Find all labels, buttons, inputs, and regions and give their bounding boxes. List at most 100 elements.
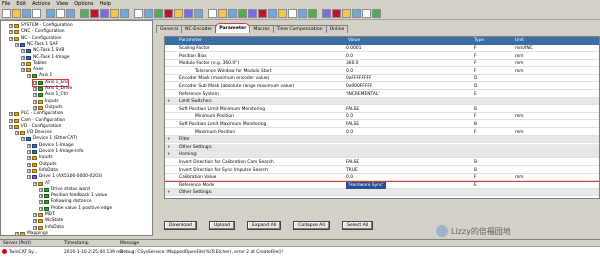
- tree-item[interactable]: + Device 1-Image-Info: [27, 149, 83, 155]
- tree-item[interactable]: + Mappings: [15, 231, 48, 235]
- toolbar-button-icon[interactable]: [56, 9, 65, 18]
- section-toggle-icon[interactable]: +: [167, 189, 171, 196]
- parameter-row[interactable]: + Other Settings:: [165, 143, 599, 151]
- parameter-row[interactable]: + Homing:: [165, 151, 599, 159]
- expand-toggle-icon[interactable]: +: [9, 118, 13, 123]
- tree-item[interactable]: + InfoData: [27, 168, 58, 174]
- toolbar-button-icon[interactable]: [298, 9, 307, 18]
- toolbar-button-icon[interactable]: [194, 9, 203, 18]
- expand-toggle-icon[interactable]: +: [15, 131, 19, 136]
- toolbar-button-icon[interactable]: [288, 9, 297, 18]
- menu-item-help[interactable]: Help: [100, 0, 111, 8]
- parameter-row[interactable]: Calibration Value 0.0 Fmm: [165, 174, 599, 182]
- toolbar-button-icon[interactable]: [100, 9, 109, 18]
- expand-toggle-icon[interactable]: +: [27, 156, 31, 161]
- tree-item[interactable]: + Device 1-Image: [27, 143, 74, 149]
- parameter-row[interactable]: Invert Direction for Sync Impulse Search…: [165, 167, 599, 174]
- parameter-value[interactable]: 'INCREMENTAL': [346, 91, 380, 98]
- tab-macros[interactable]: Macros: [249, 25, 274, 33]
- toolbar-button-icon[interactable]: [218, 9, 227, 18]
- parameter-value[interactable]: 0.0: [346, 113, 353, 120]
- menu-item-options[interactable]: Options: [74, 0, 93, 8]
- parameter-row[interactable]: Position Bias 0.0 Fmm: [165, 53, 599, 60]
- expand-toggle-icon[interactable]: +: [39, 187, 43, 192]
- toolbar-button-icon[interactable]: [154, 9, 163, 18]
- parameter-row[interactable]: Scaling Factor 0.0001 Fmm/INC: [165, 45, 599, 52]
- tree-item[interactable]: + Probe value 1 positive edge: [39, 206, 112, 212]
- tree-item[interactable]: + WcState: [33, 218, 63, 224]
- parameter-row[interactable]: + Filter: [165, 136, 599, 144]
- toolbar-button-icon[interactable]: [308, 9, 317, 18]
- toolbar-button-icon[interactable]: [90, 9, 99, 18]
- tree-item[interactable]: + Drive status word: [39, 187, 90, 193]
- expand-toggle-icon[interactable]: +: [33, 105, 37, 110]
- parameter-row[interactable]: Reference System 'INCREMENTAL' E: [165, 91, 599, 98]
- parameter-row[interactable]: Invert Direction for Calibration Cam Sea…: [165, 159, 599, 166]
- toolbar-button-icon[interactable]: [342, 9, 351, 18]
- parameter-row[interactable]: Soft Position Limit Minimum Monitoring FA…: [165, 106, 599, 113]
- expand-toggle-icon[interactable]: +: [27, 162, 31, 167]
- parameter-row[interactable]: Minimum Position 0.0 Fmm: [165, 113, 599, 121]
- tree-item[interactable]: + NC - Configuration: [9, 36, 62, 42]
- expand-toggle-icon[interactable]: +: [27, 175, 31, 180]
- toolbar-button-icon[interactable]: [120, 9, 129, 18]
- menu-item-view[interactable]: View: [56, 0, 68, 8]
- expand-toggle-icon[interactable]: +: [27, 143, 31, 148]
- tree-item[interactable]: + NC-Task 1-Image: [21, 55, 70, 61]
- parameter-value[interactable]: 'Hardware Sync': [346, 181, 386, 189]
- tree-item[interactable]: + NC-Task 1 SAF: [15, 42, 58, 48]
- parameter-value[interactable]: FALSE: [346, 159, 359, 166]
- toolbar-button-icon[interactable]: [80, 9, 89, 18]
- menu-item-edit[interactable]: Edit: [16, 0, 26, 8]
- collapse-all-button[interactable]: Collapse All: [293, 221, 330, 230]
- parameter-value[interactable]: 0xFFFFFFFF: [346, 75, 372, 82]
- menu-item-file[interactable]: File: [2, 0, 10, 8]
- tree-item[interactable]: + InfoData: [33, 225, 64, 231]
- tab-parameter[interactable]: Parameter: [215, 23, 251, 33]
- toolbar-button-icon[interactable]: [258, 9, 267, 18]
- tree-item[interactable]: + PLC - Configuration: [9, 111, 63, 117]
- toolbar-button-icon[interactable]: [134, 9, 143, 18]
- parameter-row[interactable]: Reference Mode 'Hardware Sync' E: [165, 180, 599, 190]
- expand-toggle-icon[interactable]: +: [39, 194, 43, 199]
- tree-item[interactable]: + Axis 1_Enc: [31, 78, 70, 87]
- toolbar-button-icon[interactable]: [362, 9, 371, 18]
- tree-item[interactable]: + Device 1 (EtherCAT): [21, 136, 77, 142]
- tree-item[interactable]: + I/O - Configuration: [9, 124, 61, 130]
- tab-general[interactable]: General: [156, 25, 183, 33]
- toolbar-button-icon[interactable]: [164, 9, 173, 18]
- tree-item[interactable]: + Axis 1_Ctrl: [33, 92, 68, 98]
- parameter-grid[interactable]: Parameter Value Type Unit Scaling Factor 0.0…: [164, 36, 600, 199]
- toolbar-button-icon[interactable]: [268, 9, 277, 18]
- tree-item[interactable]: + Inputs: [33, 99, 59, 105]
- parameter-row[interactable]: Soft Position Limit Maximum Monitoring FA…: [165, 121, 599, 128]
- expand-toggle-icon[interactable]: +: [27, 150, 31, 154]
- expand-toggle-icon[interactable]: +: [39, 206, 43, 211]
- toolbar-button-icon[interactable]: [12, 9, 21, 18]
- expand-toggle-icon[interactable]: +: [33, 181, 37, 186]
- expand-toggle-icon[interactable]: +: [9, 124, 13, 129]
- toolbar-button-icon[interactable]: [22, 9, 31, 18]
- section-toggle-icon[interactable]: +: [167, 151, 171, 158]
- expand-toggle-icon[interactable]: +: [9, 112, 13, 117]
- toolbar-button-icon[interactable]: [66, 9, 75, 18]
- tab-time-compensation[interactable]: Time Compensation: [272, 25, 327, 33]
- toolbar-button-icon[interactable]: [238, 9, 247, 18]
- toolbar-button-icon[interactable]: [46, 9, 55, 18]
- expand-toggle-icon[interactable]: +: [33, 80, 37, 85]
- tree-item[interactable]: + CNC - Configuration: [9, 29, 65, 35]
- expand-toggle-icon[interactable]: +: [27, 74, 31, 79]
- solution-tree[interactable]: + SYSTEM - Configuration + CNC - Configurat…: [0, 20, 153, 236]
- parameter-value[interactable]: 0.0: [346, 129, 353, 136]
- tree-item[interactable]: + Following distance: [39, 199, 92, 205]
- parameter-row[interactable]: Tolerance Window for Modulo Start 0.0 Fmm: [165, 68, 599, 75]
- expand-toggle-icon[interactable]: +: [33, 219, 37, 224]
- tree-item[interactable]: + Outputs: [33, 105, 63, 111]
- tree-item[interactable]: + Cam - Configuration: [9, 118, 65, 124]
- parameter-value[interactable]: 0.0001: [346, 45, 361, 52]
- expand-toggle-icon[interactable]: +: [15, 42, 19, 47]
- toolbar-button-icon[interactable]: [184, 9, 193, 18]
- select-all-button[interactable]: Select All: [341, 221, 374, 230]
- section-toggle-icon[interactable]: +: [167, 98, 171, 105]
- toolbar-button-icon[interactable]: [228, 9, 237, 18]
